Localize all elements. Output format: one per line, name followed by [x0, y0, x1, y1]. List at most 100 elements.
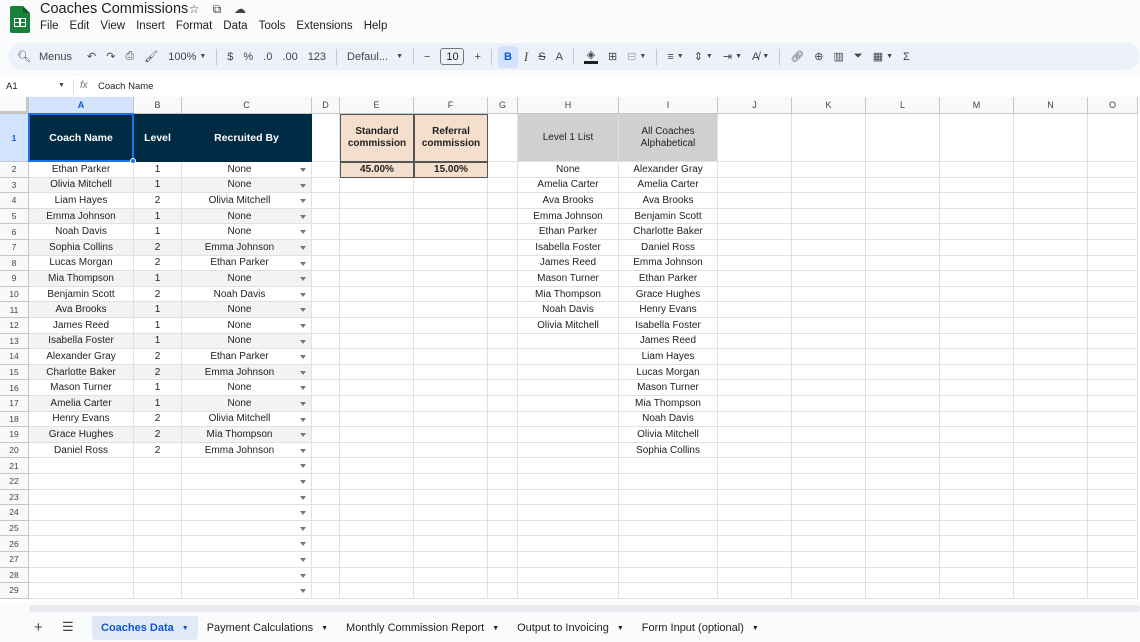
grid-cell[interactable] [29, 474, 134, 490]
grid-cell[interactable] [488, 255, 518, 272]
grid-cell[interactable] [312, 442, 340, 459]
row-header[interactable]: 25 [0, 520, 29, 537]
font-select[interactable]: Defaul... ▼ [343, 46, 407, 68]
dropdown-arrow-icon[interactable] [300, 511, 306, 516]
grid-cell[interactable] [312, 349, 340, 365]
grid-cell[interactable] [792, 583, 866, 599]
coach-name-cell[interactable]: Ava Brooks [29, 302, 134, 318]
grid-cell[interactable] [1088, 162, 1138, 178]
grid-cell[interactable] [312, 505, 340, 521]
decrease-font-size-button[interactable]: − [420, 46, 434, 68]
level-cell[interactable]: 2 [134, 427, 182, 443]
row-header[interactable]: 3 [0, 177, 29, 194]
grid-cell[interactable] [414, 567, 488, 584]
grid-cell[interactable] [1014, 520, 1088, 537]
all-coaches-cell[interactable]: Daniel Ross [619, 240, 718, 256]
all-coaches-cell[interactable]: Ava Brooks [619, 193, 718, 209]
grid-cell[interactable] [488, 505, 518, 521]
grid-cell[interactable] [866, 255, 940, 272]
spreadsheet-grid[interactable]: A B C D E F G H I J K L M N O 1 2 3 4 5 6 7 8 9 10 11 12 13 14 15 16 17… [0, 97, 1140, 602]
grid-cell[interactable] [940, 583, 1014, 599]
coach-name-cell[interactable]: Isabella Foster [29, 333, 134, 350]
grid-cell[interactable] [340, 271, 414, 287]
level1-list-cell[interactable]: Mia Thompson [518, 286, 619, 303]
menu-edit[interactable]: Edit [70, 20, 90, 32]
column-header-e[interactable]: E [340, 97, 414, 114]
grid-cell[interactable] [312, 520, 340, 537]
level1-list-cell[interactable]: Olivia Mitchell [518, 318, 619, 334]
dropdown-arrow-icon[interactable] [300, 246, 306, 250]
grid-cell[interactable] [718, 333, 792, 350]
grid-cell[interactable] [1088, 520, 1138, 537]
menu-help[interactable]: Help [364, 20, 388, 32]
grid-cell[interactable] [940, 240, 1014, 256]
grid-cell[interactable] [866, 349, 940, 365]
level1-list-cell[interactable]: Isabella Foster [518, 240, 619, 256]
grid-cell[interactable] [518, 333, 619, 350]
dropdown-arrow-icon[interactable] [300, 370, 306, 375]
grid-cell[interactable] [518, 520, 619, 537]
grid-cell[interactable] [792, 318, 866, 334]
grid-cell[interactable] [940, 442, 1014, 459]
grid-cell[interactable] [414, 583, 488, 599]
search-menus-button[interactable]: 🔍︎ Menus [9, 46, 81, 68]
horizontal-scrollbar[interactable] [29, 605, 1140, 612]
grid-cell[interactable] [940, 380, 1014, 396]
grid-cell[interactable] [792, 396, 866, 412]
grid-cell[interactable] [134, 505, 182, 521]
increase-font-size-button[interactable]: + [470, 46, 484, 68]
grid-cell[interactable] [414, 474, 488, 490]
grid-cell[interactable] [414, 411, 488, 428]
grid-cell[interactable] [1014, 162, 1088, 178]
coach-name-cell[interactable]: Daniel Ross [29, 442, 134, 459]
grid-cell[interactable] [940, 411, 1014, 428]
grid-cell[interactable] [940, 177, 1014, 194]
grid-cell[interactable] [518, 349, 619, 365]
grid-cell[interactable] [488, 520, 518, 537]
grid-cell[interactable] [1088, 318, 1138, 334]
level-cell[interactable]: 1 [134, 162, 182, 178]
level-cell[interactable]: 2 [134, 442, 182, 459]
grid-cell[interactable] [619, 536, 718, 552]
grid-cell[interactable] [792, 333, 866, 350]
standard-commission-value[interactable]: 45.00% [340, 162, 414, 178]
row-header[interactable]: 17 [0, 396, 29, 412]
column-header-a[interactable]: A [29, 97, 134, 114]
dropdown-arrow-icon[interactable] [300, 308, 306, 313]
grid-cell[interactable] [488, 349, 518, 365]
grid-cell[interactable] [1014, 396, 1088, 412]
grid-cell[interactable] [414, 177, 488, 194]
all-coaches-cell[interactable]: James Reed [619, 333, 718, 350]
level-cell[interactable]: 2 [134, 255, 182, 272]
grid-cell[interactable] [792, 224, 866, 240]
grid-cell[interactable] [1088, 396, 1138, 412]
row-header[interactable]: 9 [0, 271, 29, 287]
grid-cell[interactable] [518, 552, 619, 568]
grid-cell[interactable] [134, 583, 182, 599]
insert-comment-icon[interactable]: ⊕ [810, 46, 827, 68]
grid-cell[interactable] [718, 255, 792, 272]
grid-cell[interactable] [718, 302, 792, 318]
grid-cell[interactable] [792, 162, 866, 178]
referral-commission-value[interactable]: 15.00% [414, 162, 488, 178]
grid-cell[interactable] [718, 208, 792, 225]
grid-cell[interactable] [792, 255, 866, 272]
grid-cell[interactable] [340, 520, 414, 537]
grid-cell[interactable] [619, 583, 718, 599]
grid-cell[interactable] [792, 364, 866, 381]
grid-cell[interactable] [488, 442, 518, 459]
grid-cell[interactable] [619, 474, 718, 490]
grid-cell[interactable] [488, 333, 518, 350]
level-cell[interactable]: 1 [134, 302, 182, 318]
grid-cell[interactable] [312, 567, 340, 584]
recruited-by-dropdown[interactable]: None [182, 224, 312, 240]
grid-cell[interactable] [312, 240, 340, 256]
grid-cell[interactable] [866, 224, 940, 240]
coach-name-cell[interactable]: Ethan Parker [29, 162, 134, 178]
recruited-by-dropdown[interactable]: None [182, 177, 312, 194]
grid-cell[interactable] [1088, 427, 1138, 443]
level-cell[interactable]: 1 [134, 333, 182, 350]
row-header[interactable]: 14 [0, 349, 29, 365]
grid-cell[interactable] [792, 520, 866, 537]
grid-cell[interactable] [792, 193, 866, 209]
